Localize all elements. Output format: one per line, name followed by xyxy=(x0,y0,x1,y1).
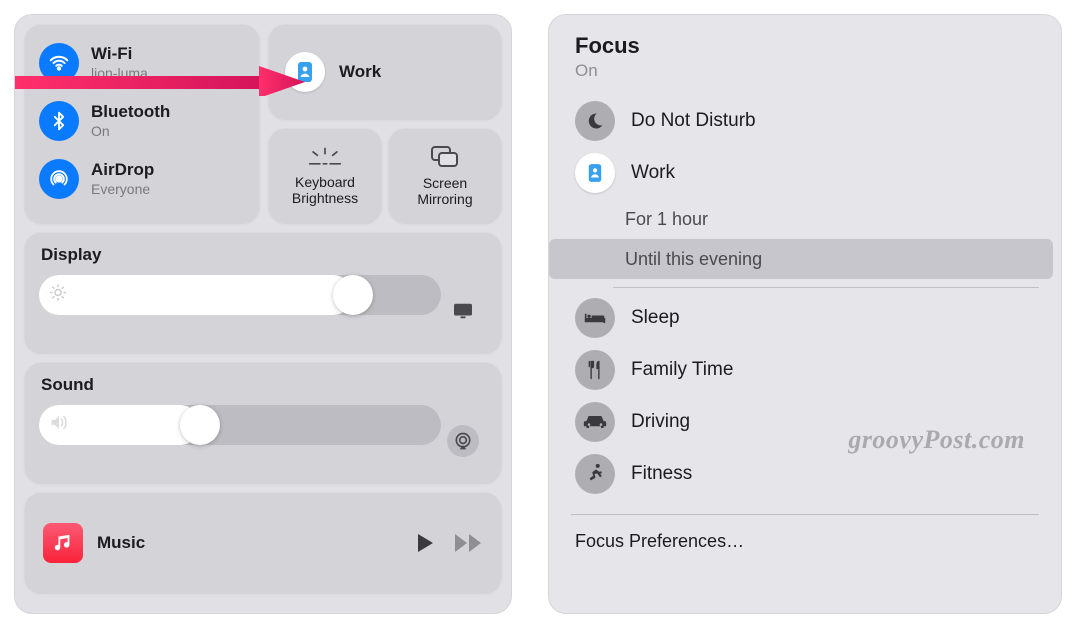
opt-1hour-label: For 1 hour xyxy=(625,209,708,230)
bluetooth-icon xyxy=(39,101,79,141)
wifi-icon xyxy=(39,43,79,83)
sound-title: Sound xyxy=(41,375,501,395)
connectivity-tile: Wi-Fi lion-luma Bluetooth On AirDrop Eve… xyxy=(25,25,259,223)
work-label: Work xyxy=(631,162,675,184)
car-icon xyxy=(575,402,615,442)
moon-icon xyxy=(575,101,615,141)
connected-display-icon[interactable] xyxy=(447,295,479,327)
display-title: Display xyxy=(41,245,501,265)
focus-preferences-link[interactable]: Focus Preferences… xyxy=(549,521,1061,552)
bed-icon xyxy=(575,298,615,338)
control-center-panel: Wi-Fi lion-luma Bluetooth On AirDrop Eve… xyxy=(14,14,512,614)
focus-mode-fitness[interactable]: Fitness xyxy=(549,448,1061,500)
keyboard-brightness-icon xyxy=(308,146,342,168)
fork-knife-icon xyxy=(575,350,615,390)
wifi-label: Wi-Fi xyxy=(91,45,148,64)
focus-title: Focus xyxy=(575,33,1035,59)
wifi-row[interactable]: Wi-Fi lion-luma xyxy=(39,43,247,83)
airdrop-sub: Everyone xyxy=(91,181,154,197)
speaker-icon xyxy=(49,414,69,437)
work-badge-icon xyxy=(285,52,325,92)
screen-mirroring-label: Screen Mirroring xyxy=(417,175,472,207)
focus-subtitle: On xyxy=(575,61,1035,81)
driving-label: Driving xyxy=(631,411,690,433)
keyboard-brightness-label: Keyboard Brightness xyxy=(292,174,358,206)
forward-icon[interactable] xyxy=(453,532,483,554)
dnd-label: Do Not Disturb xyxy=(631,110,756,132)
focus-option-evening[interactable]: Until this evening xyxy=(549,239,1053,279)
sound-panel: Sound xyxy=(25,363,501,483)
play-icon[interactable] xyxy=(415,532,435,554)
display-slider[interactable] xyxy=(39,275,441,315)
watermark: groovyPost.com xyxy=(848,425,1025,455)
screen-mirroring-tile[interactable]: Screen Mirroring xyxy=(389,129,501,223)
focus-panel: Focus On Do Not Disturb Work For 1 hour … xyxy=(548,14,1062,614)
focus-mode-work[interactable]: Work xyxy=(549,147,1061,199)
keyboard-brightness-tile[interactable]: Keyboard Brightness xyxy=(269,129,381,223)
focus-mode-family[interactable]: Family Time xyxy=(549,344,1061,396)
airdrop-label: AirDrop xyxy=(91,161,154,180)
airdrop-row[interactable]: AirDrop Everyone xyxy=(39,159,247,199)
music-label: Music xyxy=(97,534,145,553)
apple-music-icon xyxy=(43,523,83,563)
screen-mirroring-icon xyxy=(430,145,460,169)
display-panel: Display xyxy=(25,233,501,353)
focus-tile[interactable]: Work xyxy=(269,25,501,119)
bluetooth-sub: On xyxy=(91,123,170,139)
divider xyxy=(571,514,1039,515)
focus-option-1hour[interactable]: For 1 hour xyxy=(549,199,1061,239)
focus-mode-sleep[interactable]: Sleep xyxy=(549,292,1061,344)
focus-label: Work xyxy=(339,63,381,82)
family-label: Family Time xyxy=(631,359,733,381)
bluetooth-label: Bluetooth xyxy=(91,103,170,122)
divider xyxy=(613,287,1039,288)
bluetooth-row[interactable]: Bluetooth On xyxy=(39,101,247,141)
music-controls xyxy=(415,532,483,554)
opt-evening-label: Until this evening xyxy=(625,249,762,270)
wifi-sub: lion-luma xyxy=(91,65,148,81)
focus-mode-dnd[interactable]: Do Not Disturb xyxy=(549,95,1061,147)
work-badge-icon xyxy=(575,153,615,193)
sun-icon xyxy=(49,284,67,307)
airplay-audio-icon[interactable] xyxy=(447,425,479,457)
fitness-label: Fitness xyxy=(631,463,692,485)
sleep-label: Sleep xyxy=(631,307,680,329)
music-panel[interactable]: Music xyxy=(25,493,501,593)
airdrop-icon xyxy=(39,159,79,199)
running-icon xyxy=(575,454,615,494)
sound-slider[interactable] xyxy=(39,405,441,445)
